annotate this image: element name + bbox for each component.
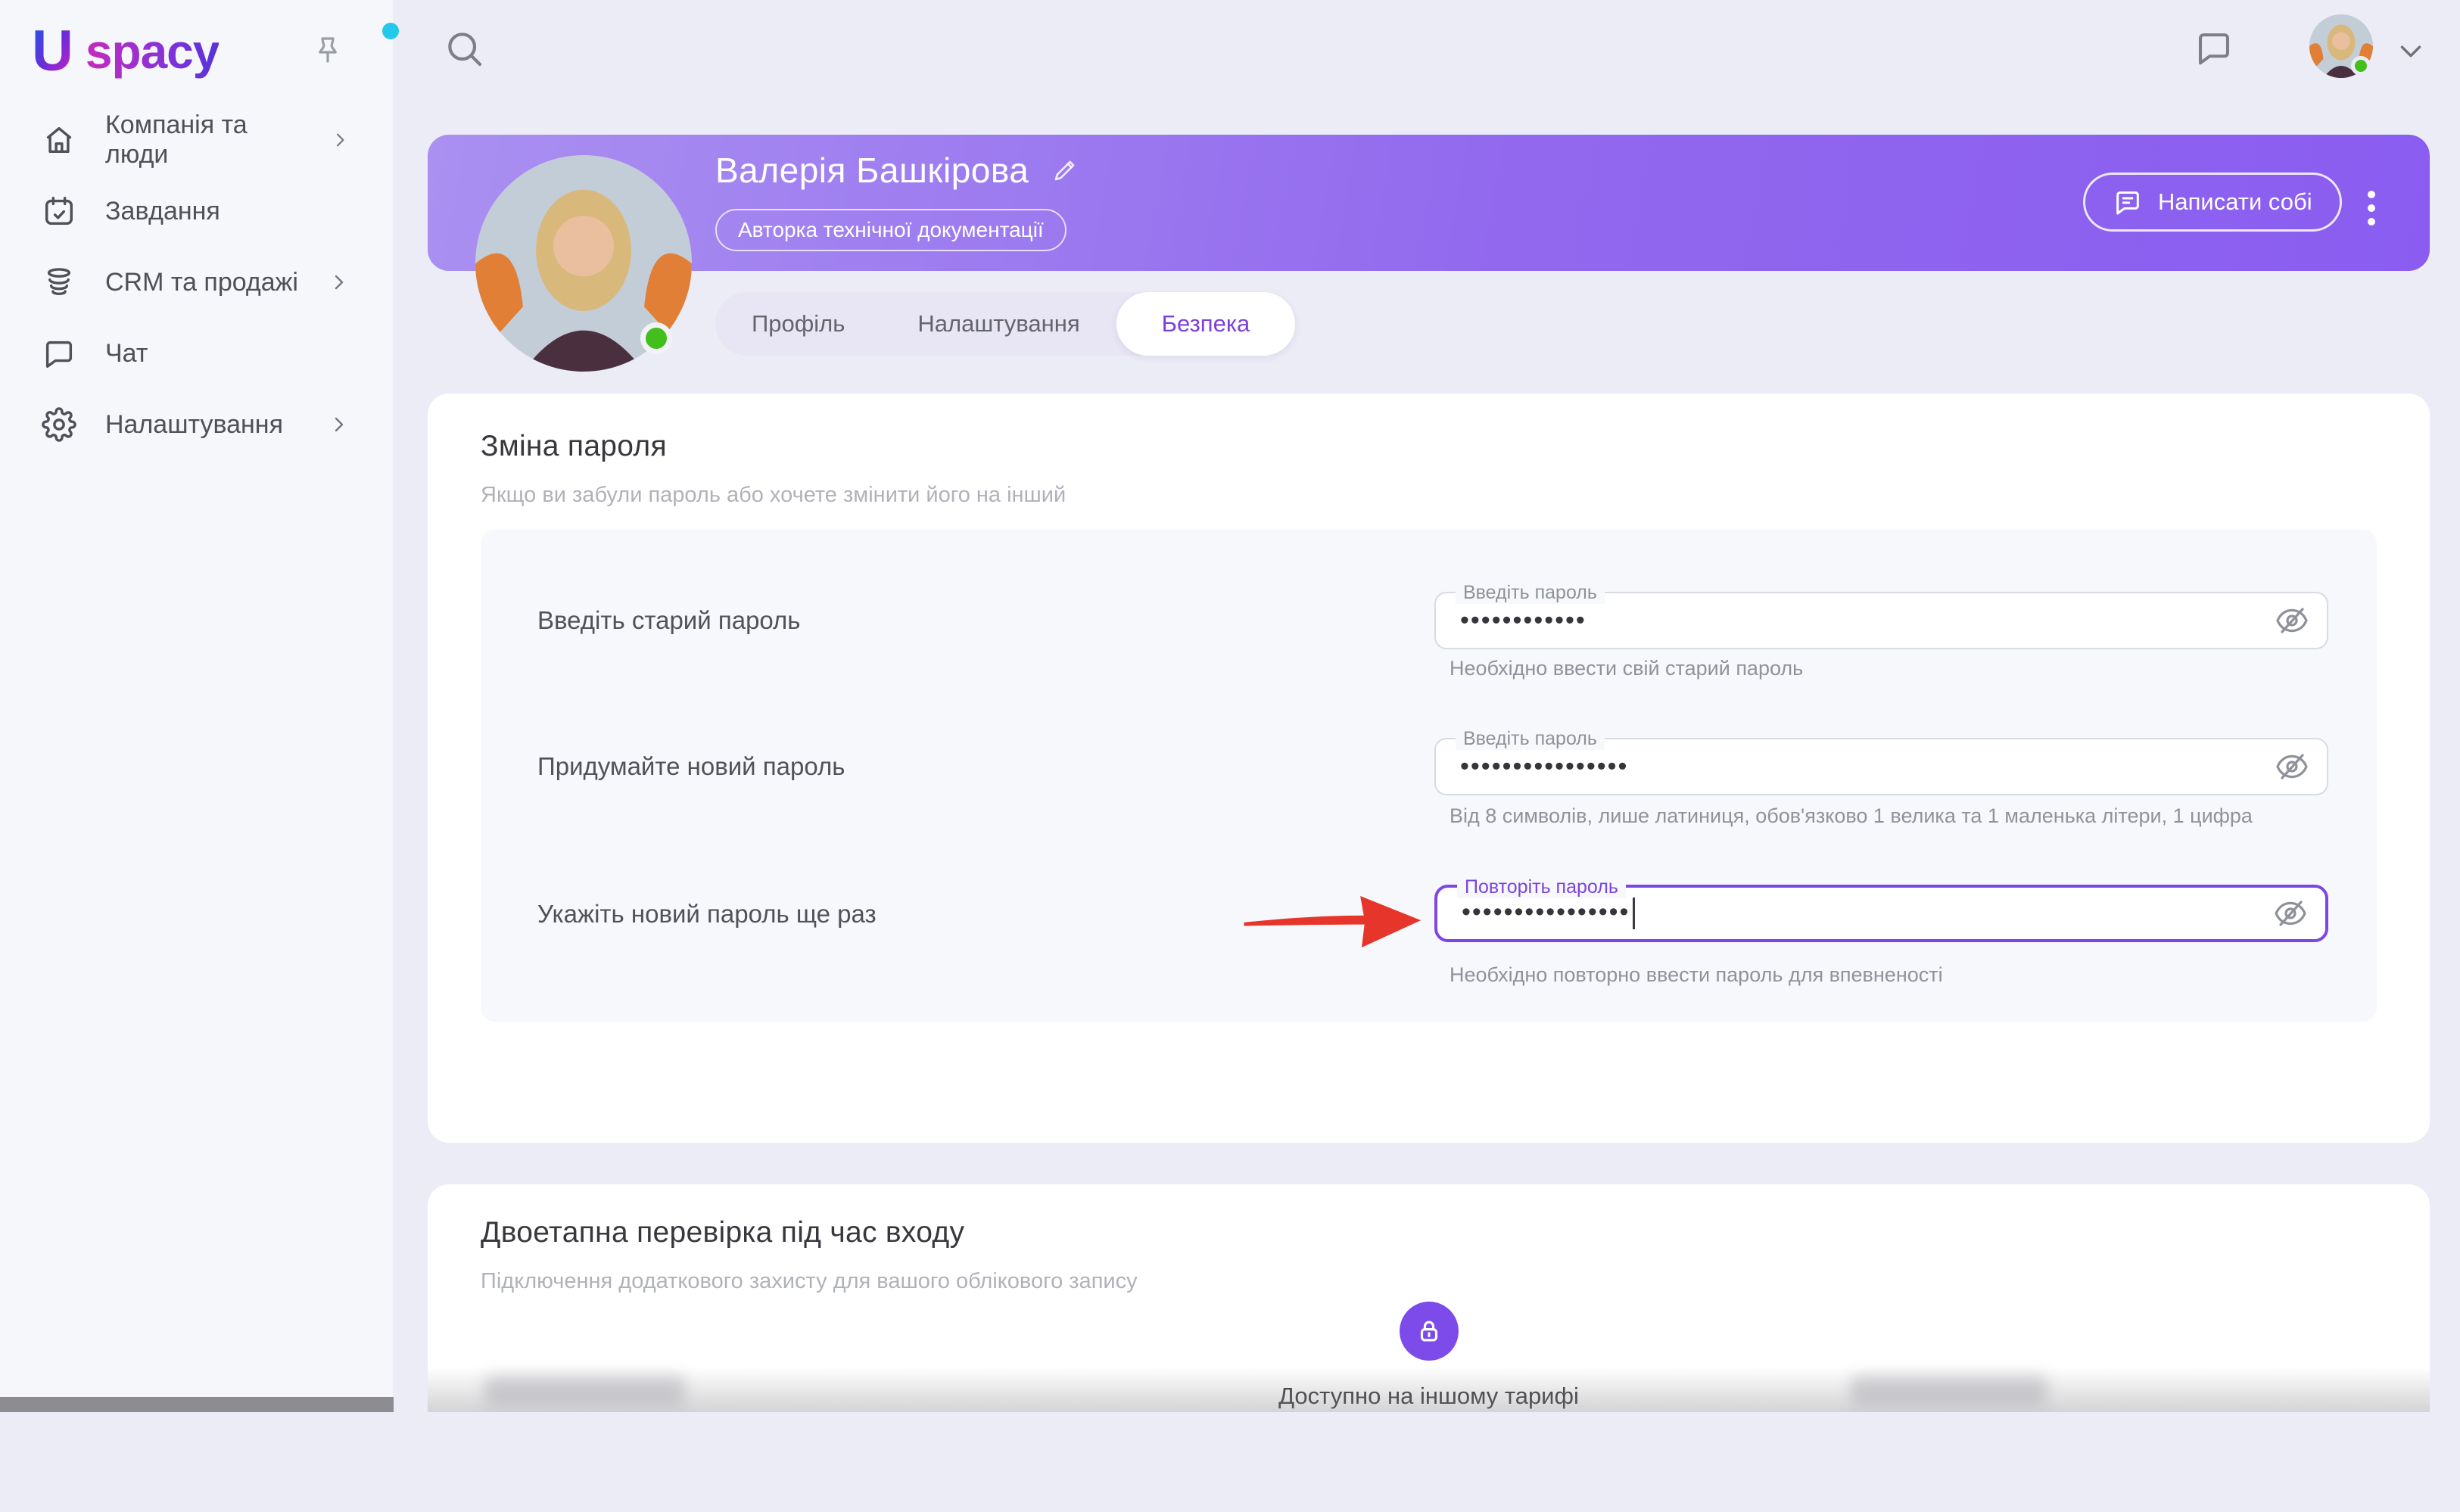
sidebar-item-company-people[interactable]: Компанія та люди (0, 104, 393, 176)
masked-password-value: •••••••••••••••• (1460, 751, 1629, 781)
two-factor-subtitle: Підключення додаткового захисту для вашо… (481, 1269, 1138, 1293)
tab-label: Профіль (752, 310, 845, 337)
chevron-right-icon (335, 417, 344, 432)
repeat-password-field[interactable]: Повторіть пароль •••••••••••••••• (1434, 876, 2328, 942)
calendar-check-icon (45, 197, 73, 226)
bottom-fade (428, 1367, 2430, 1412)
sidebar-menu: Компанія та люди Завдання CRM та продажі… (0, 104, 393, 460)
tab-profile[interactable]: Профіль (715, 292, 881, 356)
message-self-label: Написати собі (2158, 188, 2312, 215)
more-options-icon[interactable] (2368, 191, 2377, 232)
repeat-password-label: Укажіть новий пароль ще раз (537, 900, 877, 928)
lock-badge (1400, 1302, 1459, 1361)
two-factor-title: Двоетапна перевірка під час входу (481, 1216, 965, 1249)
home-icon (46, 126, 72, 154)
pin-sidebar-icon[interactable] (310, 33, 346, 70)
old-password-field[interactable]: Введіть пароль •••••••••••• (1434, 581, 2328, 649)
crm-database-icon (47, 268, 71, 296)
role-badge-label: Авторка технічної документації (738, 218, 1044, 241)
tab-settings[interactable]: Налаштування (881, 292, 1116, 356)
profile-name: Валерія Башкірова (715, 151, 1029, 190)
toggle-visibility-icon[interactable] (2272, 895, 2309, 932)
profile-tabs: Профіль Налаштування Безпека (715, 292, 1296, 356)
gear-icon (42, 407, 76, 442)
sidebar-item-crm[interactable]: CRM та продажі (0, 247, 393, 318)
field-floating-label: Повторіть пароль (1457, 876, 1626, 898)
sidebar-item-label: Чат (105, 338, 148, 368)
sidebar-item-label: Компанія та люди (105, 110, 248, 169)
tab-security[interactable]: Безпека (1116, 292, 1296, 356)
field-floating-label: Введіть пароль (1456, 581, 1605, 604)
old-password-helper: Необхідно ввести свій старий пароль (1450, 657, 1804, 680)
message-self-button[interactable]: Написати собі (2083, 173, 2342, 232)
repeat-password-helper: Необхідно повторно ввести пароль для впе… (1450, 963, 1943, 986)
uspacy-logo[interactable]: U spacy (32, 19, 399, 83)
sidebar-item-settings[interactable]: Налаштування (0, 389, 393, 460)
masked-password-value: •••••••••••• (1460, 605, 1587, 635)
old-password-label: Введіть старий пароль (537, 606, 801, 634)
masked-password-value: •••••••••••••••• (1462, 898, 1636, 930)
sidebar-item-tasks[interactable]: Завдання (0, 176, 393, 247)
password-section-title: Зміна пароля (481, 430, 667, 462)
sidebar-item-label: CRM та продажі (105, 267, 298, 297)
new-password-label: Придумайте новий пароль (537, 752, 845, 780)
sidebar-item-label: Налаштування (105, 409, 283, 439)
role-badge: Авторка технічної документації (715, 209, 1067, 251)
chat-icon (45, 341, 73, 368)
edit-name-icon[interactable] (1051, 157, 1079, 184)
message-icon (2116, 191, 2139, 215)
toggle-visibility-icon[interactable] (2274, 602, 2310, 639)
password-change-card: Зміна пароля Якщо ви забули пароль або х… (428, 394, 2430, 1143)
new-password-helper: Від 8 символів, лише латиниця, обов'язко… (1450, 804, 2253, 827)
logo-text: spacy (85, 24, 220, 79)
bottom-edge-strip (0, 1397, 394, 1412)
logo-letter: U (32, 19, 73, 83)
chevron-right-icon (335, 275, 344, 290)
password-section-subtitle: Якщо ви забули пароль або хочете змінити… (481, 483, 1067, 507)
toggle-visibility-icon[interactable] (2274, 748, 2310, 785)
tab-label: Безпека (1161, 310, 1250, 337)
field-floating-label: Введіть пароль (1456, 727, 1605, 750)
lock-icon (1420, 1321, 1438, 1342)
new-password-field[interactable]: Введіть пароль •••••••••••••••• (1434, 727, 2328, 795)
text-caret (1633, 898, 1636, 930)
tab-label: Налаштування (917, 310, 1080, 337)
logo-dot-icon (382, 23, 399, 39)
chevron-down-icon[interactable] (2393, 33, 2428, 68)
search-icon[interactable] (443, 27, 485, 70)
messages-icon[interactable] (2194, 27, 2234, 68)
chevron-right-icon (336, 133, 344, 147)
two-factor-card: Двоетапна перевірка під час входу Підклю… (428, 1184, 2430, 1412)
online-status-dot (2351, 56, 2371, 76)
sidebar: U spacy Компанія та люди Завдання CRM та… (0, 0, 399, 1412)
online-status-dot (640, 322, 672, 354)
sidebar-item-label: Завдання (105, 196, 220, 226)
annotation-arrow (1244, 895, 1422, 948)
sidebar-item-chat[interactable]: Чат (0, 318, 393, 389)
